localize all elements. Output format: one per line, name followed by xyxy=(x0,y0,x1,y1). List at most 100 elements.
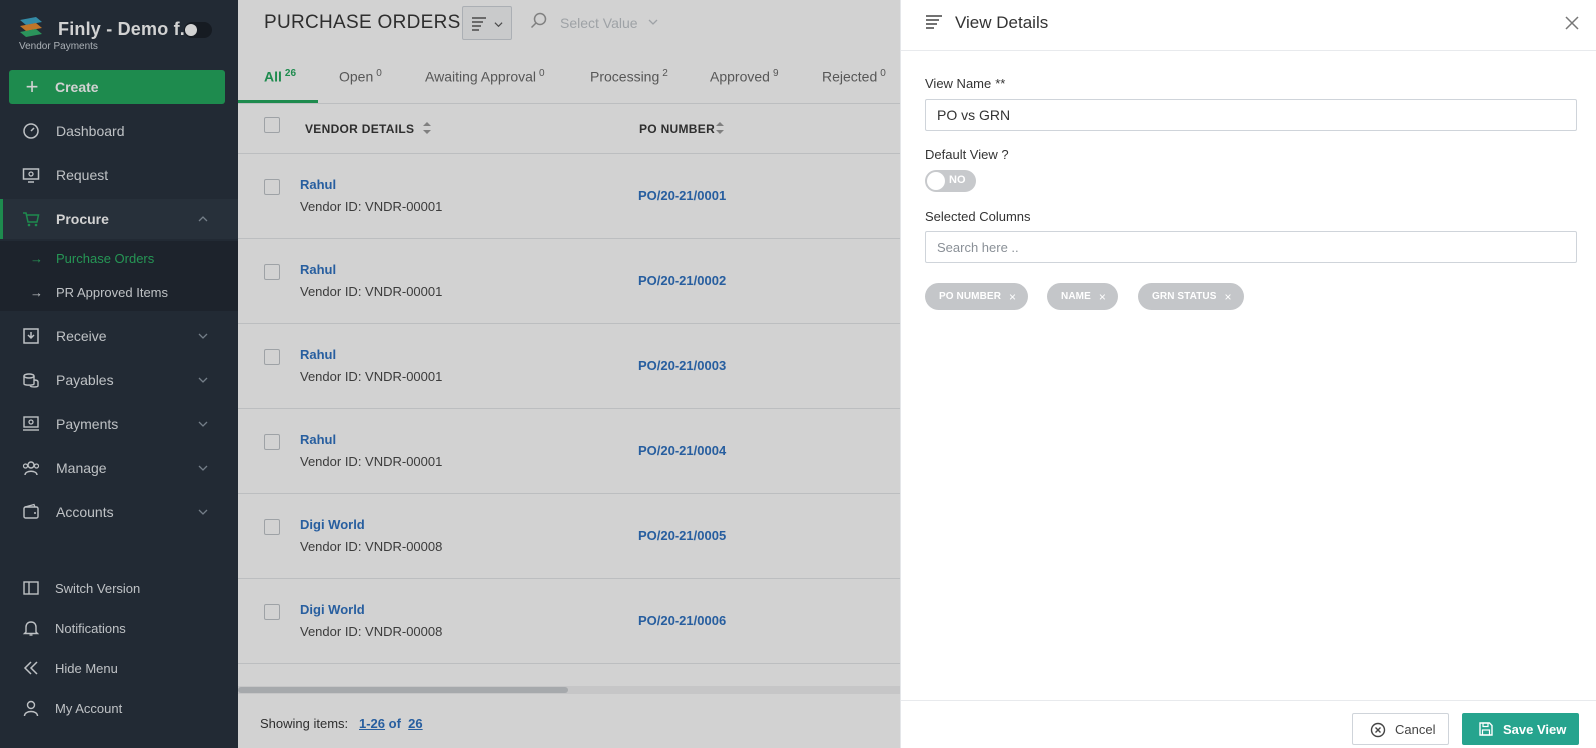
arrow-right-icon: → xyxy=(30,250,43,266)
tab-approved[interactable]: Approved 9 xyxy=(710,68,779,85)
po-number-link[interactable]: PO/20-21/0002 xyxy=(638,273,726,288)
vendor-name-link[interactable]: Digi World xyxy=(300,517,365,532)
close-icon[interactable] xyxy=(1565,16,1579,30)
switch-icon xyxy=(23,581,39,595)
view-details-panel: View Details View Name** Default View ? … xyxy=(900,0,1596,748)
pagination-range-link[interactable]: 1-26 xyxy=(359,716,385,731)
sidebar-item-my-account[interactable]: My Account xyxy=(0,690,238,726)
double-chevron-left-icon xyxy=(23,661,38,675)
row-checkbox[interactable] xyxy=(264,179,280,195)
sidebar-item-hide-menu[interactable]: Hide Menu xyxy=(0,650,238,686)
remove-chip-icon[interactable]: × xyxy=(1225,290,1232,304)
user-icon xyxy=(23,700,39,717)
tab-rejected[interactable]: Rejected 0 xyxy=(822,68,886,85)
column-header-vendor-details[interactable]: VENDOR DETAILS xyxy=(305,122,414,136)
finly-logo-icon xyxy=(20,17,42,37)
row-checkbox[interactable] xyxy=(264,264,280,280)
tab-processing[interactable]: Processing 2 xyxy=(590,68,668,85)
sidebar-item-manage[interactable]: Manage xyxy=(0,448,238,488)
tab-count: 9 xyxy=(772,68,779,79)
sidebar-item-label: Payments xyxy=(56,416,119,432)
pagination-of: of xyxy=(388,716,401,731)
sidebar-item-label: Switch Version xyxy=(55,580,141,596)
row-checkbox[interactable] xyxy=(264,519,280,535)
remove-chip-icon[interactable]: × xyxy=(1099,290,1106,304)
pagination-total-link[interactable]: 26 xyxy=(408,716,422,731)
table-row[interactable]: Rahul Vendor ID: VNDR-00001 PO/20-21/000… xyxy=(238,410,900,494)
po-number-link[interactable]: PO/20-21/0001 xyxy=(638,188,726,203)
sidebar-item-notifications[interactable]: Notifications xyxy=(0,610,238,646)
vendor-name-link[interactable]: Rahul xyxy=(300,432,336,447)
sidebar-item-payments[interactable]: Payments xyxy=(0,404,238,444)
chevron-down-icon xyxy=(648,19,658,25)
remove-chip-icon[interactable]: × xyxy=(1009,290,1016,304)
default-view-toggle[interactable]: NO xyxy=(925,170,976,192)
po-number-link[interactable]: PO/20-21/0006 xyxy=(638,613,726,628)
chevron-down-icon xyxy=(198,509,208,515)
table-row[interactable]: Rahul Vendor ID: VNDR-00001 PO/20-21/000… xyxy=(238,155,900,239)
vendor-id: Vendor ID: VNDR-00008 xyxy=(300,539,443,554)
vendor-name-link[interactable]: Digi World xyxy=(300,602,365,617)
cancel-button[interactable]: Cancel xyxy=(1352,713,1449,745)
horizontal-scrollbar[interactable] xyxy=(238,686,900,694)
view-selector-button[interactable] xyxy=(462,6,512,40)
columns-search-input[interactable] xyxy=(925,231,1577,263)
scrollbar-thumb[interactable] xyxy=(238,687,568,693)
sidebar-item-procure[interactable]: Procure xyxy=(0,199,238,239)
select-value-dropdown[interactable]: Select Value xyxy=(560,15,638,31)
vendor-name-link[interactable]: Rahul xyxy=(300,347,336,362)
table-row[interactable]: Digi World Vendor ID: VNDR-00008 PO/20-2… xyxy=(238,495,900,579)
sidebar-subitem-pr-approved-items[interactable]: → PR Approved Items xyxy=(0,275,238,309)
vendor-id: Vendor ID: VNDR-00001 xyxy=(300,284,443,299)
sidebar-item-label: Payables xyxy=(56,372,114,388)
sidebar-item-request[interactable]: Request xyxy=(0,155,238,195)
select-all-checkbox[interactable] xyxy=(264,117,280,133)
chevron-up-icon xyxy=(198,216,208,222)
row-checkbox[interactable] xyxy=(264,434,280,450)
create-button-label: Create xyxy=(55,79,99,95)
plus-icon: + xyxy=(25,74,39,99)
po-number-link[interactable]: PO/20-21/0005 xyxy=(638,528,726,543)
po-number-link[interactable]: PO/20-21/0003 xyxy=(638,358,726,373)
sidebar-item-label: Accounts xyxy=(56,504,114,520)
tab-count: 0 xyxy=(376,68,382,79)
sort-icon[interactable] xyxy=(422,120,432,136)
chevron-down-icon xyxy=(494,22,503,28)
vendor-name-link[interactable]: Rahul xyxy=(300,262,336,277)
table-row[interactable]: Rahul Vendor ID: VNDR-00001 PO/20-21/000… xyxy=(238,240,900,324)
tab-all[interactable]: All 26 xyxy=(264,68,296,85)
create-button[interactable]: + Create xyxy=(9,70,225,104)
row-checkbox[interactable] xyxy=(264,604,280,620)
save-view-button[interactable]: Save View xyxy=(1462,713,1579,745)
table-row[interactable]: Digi World Vendor ID: VNDR-00008 PO/20-2… xyxy=(238,580,900,664)
arrow-right-icon: → xyxy=(30,284,43,300)
column-header-po-number[interactable]: PO NUMBER xyxy=(639,122,715,136)
default-view-label: Default View ? xyxy=(925,147,1009,162)
sidebar-item-dashboard[interactable]: Dashboard xyxy=(0,111,238,151)
vendor-name-link[interactable]: Rahul xyxy=(300,177,336,192)
sidebar-subitem-label: PR Approved Items xyxy=(56,284,168,300)
chevron-down-icon xyxy=(198,333,208,339)
main-content: PURCHASE ORDERS Select Value All 26 Open 0… xyxy=(238,0,900,748)
row-checkbox[interactable] xyxy=(264,349,280,365)
po-number-link[interactable]: PO/20-21/0004 xyxy=(638,443,726,458)
sidebar-item-receive[interactable]: Receive xyxy=(0,316,238,356)
theme-toggle[interactable] xyxy=(184,22,212,38)
required-marker: ** xyxy=(995,76,1006,91)
status-tabs: All 26 Open 0 Awaiting Approval 0 Processin… xyxy=(238,54,900,104)
selected-columns-label: Selected Columns xyxy=(925,209,1031,224)
tab-awaiting-approval[interactable]: Awaiting Approval 0 xyxy=(425,68,545,85)
tab-open[interactable]: Open 0 xyxy=(339,68,382,85)
sidebar-subitem-purchase-orders[interactable]: → Purchase Orders xyxy=(0,241,238,275)
table-row[interactable]: Rahul Vendor ID: VNDR-00001 PO/20-21/000… xyxy=(238,325,900,409)
cancel-circle-icon xyxy=(1370,722,1386,738)
chip-label: PO NUMBER xyxy=(939,291,1002,302)
sort-icon[interactable] xyxy=(715,120,725,136)
sidebar-item-switch-version[interactable]: Switch Version xyxy=(0,570,238,606)
save-icon xyxy=(1479,722,1493,736)
sidebar-item-accounts[interactable]: Accounts xyxy=(0,492,238,532)
tab-label: All xyxy=(264,68,282,85)
sidebar-item-label: Notifications xyxy=(55,620,126,636)
view-name-input[interactable] xyxy=(925,99,1577,131)
sidebar-item-payables[interactable]: Payables xyxy=(0,360,238,400)
